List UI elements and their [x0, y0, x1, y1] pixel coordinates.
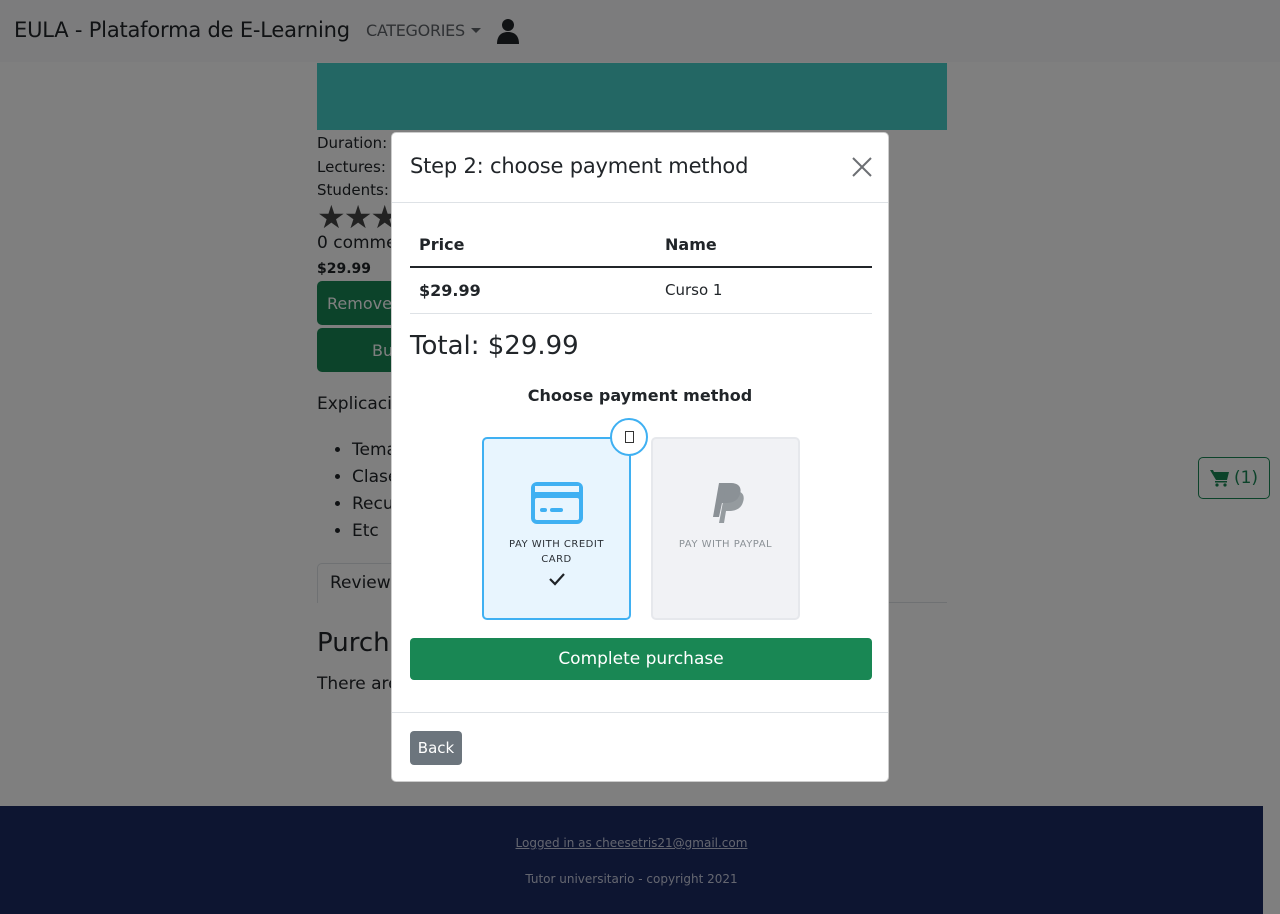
table-header-row: Price Name [410, 223, 872, 268]
complete-purchase-button[interactable]: Complete purchase [410, 638, 872, 680]
order-total: Total: $29.99 [410, 331, 579, 361]
pay-credit-card-option[interactable]: PAY WITH CREDIT CARD [482, 437, 631, 620]
modal-footer: Back [392, 712, 888, 782]
modal-header: Step 2: choose payment method [392, 133, 888, 203]
modal-title: Step 2: choose payment method [410, 154, 749, 178]
selected-glyph-icon [624, 431, 634, 443]
check-icon [548, 573, 565, 586]
choose-payment-heading: Choose payment method [527, 386, 753, 405]
header-price: Price [410, 223, 656, 268]
close-button[interactable] [850, 155, 874, 179]
credit-card-label: PAY WITH CREDIT CARD [509, 539, 604, 565]
order-table: Price Name $29.99 Curso 1 [410, 223, 872, 314]
paypal-label: PAY WITH PAYPAL [678, 539, 773, 550]
payment-modal: Step 2: choose payment method Price Name… [391, 132, 889, 782]
close-icon [852, 157, 872, 177]
table-row: $29.99 Curso 1 [410, 267, 872, 314]
credit-card-icon [530, 482, 583, 524]
paypal-icon [712, 483, 744, 523]
header-name: Name [656, 223, 872, 268]
row-price: $29.99 [410, 267, 656, 314]
selected-indicator [610, 418, 648, 456]
row-name: Curso 1 [656, 267, 872, 314]
back-button[interactable]: Back [410, 731, 462, 765]
pay-paypal-option[interactable]: PAY WITH PAYPAL [651, 437, 800, 620]
